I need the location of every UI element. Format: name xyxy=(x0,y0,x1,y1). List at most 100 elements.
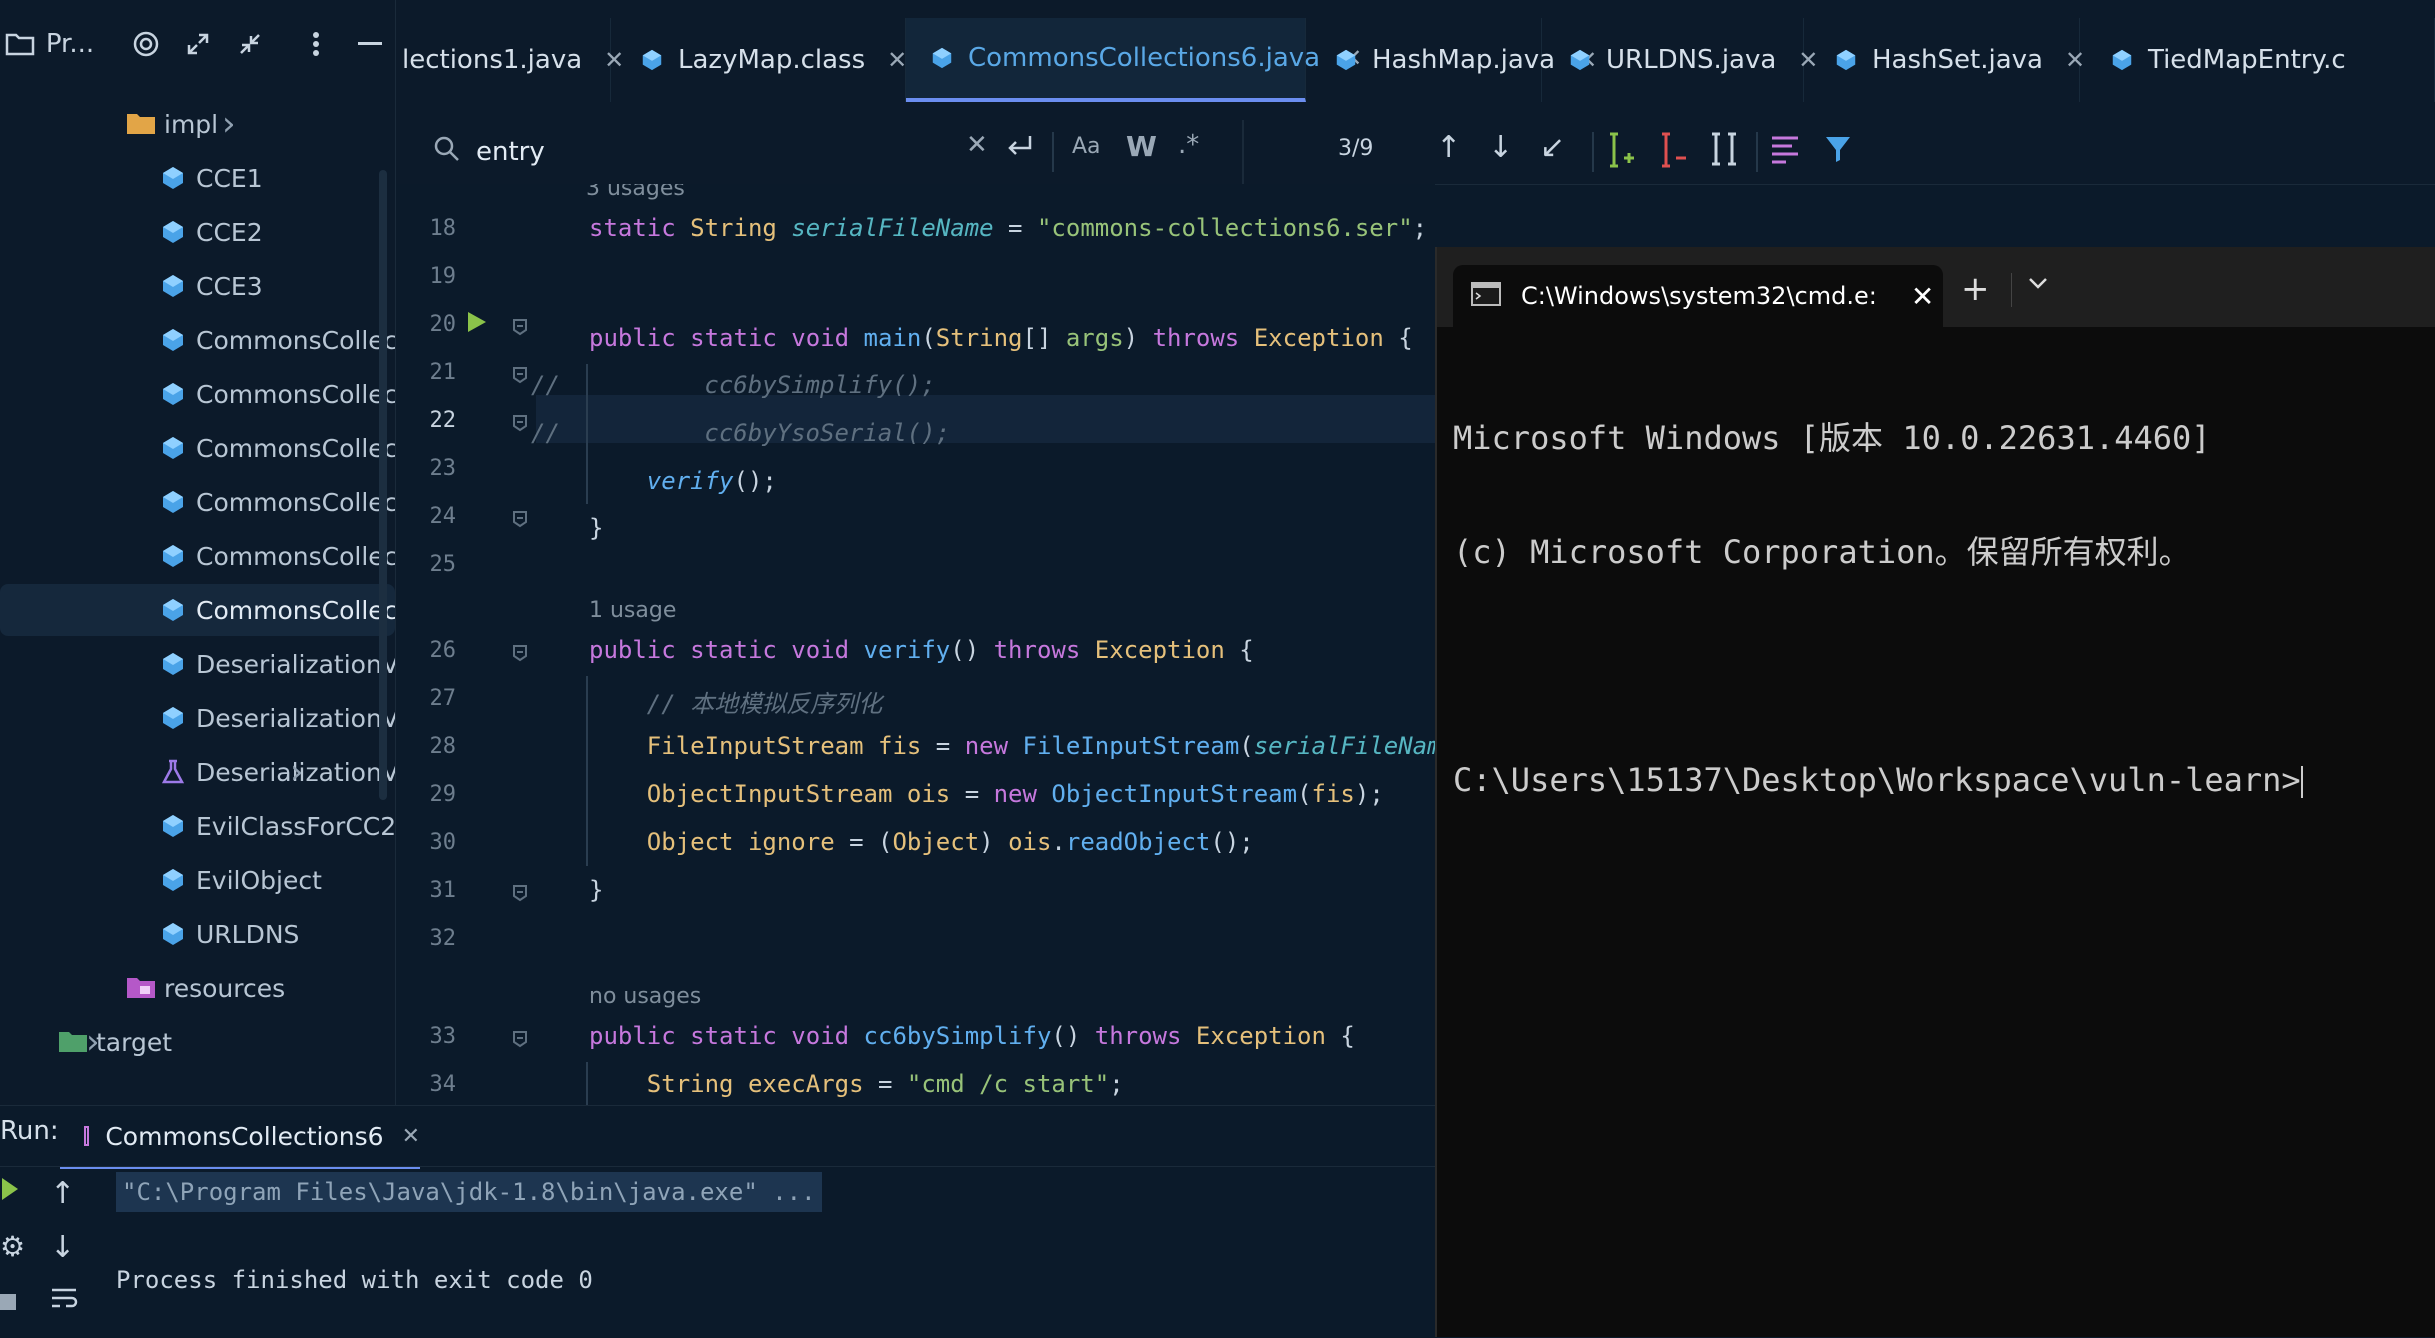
locate-icon[interactable] xyxy=(126,22,166,66)
filter-results-icon[interactable] xyxy=(1770,134,1800,172)
regex-toggle[interactable]: .* xyxy=(1178,130,1199,160)
run-gutter-icon[interactable] xyxy=(466,310,488,338)
run-command[interactable]: "C:\Program Files\Java\jdk-1.8\bin\java.… xyxy=(116,1172,822,1212)
tree-item-label: DeserializationVu xyxy=(196,703,396,733)
editor-tab[interactable]: LazyMap.class ✕ xyxy=(616,18,907,102)
tree-item[interactable]: CCE1 xyxy=(160,152,395,204)
tree-item[interactable]: CCE2 xyxy=(160,206,395,258)
fold-marker-icon[interactable] xyxy=(512,510,528,532)
search-input[interactable]: entry xyxy=(476,130,1006,174)
new-line-icon[interactable] xyxy=(1004,132,1034,166)
chevron-right-icon[interactable]: › xyxy=(222,104,236,144)
class-icon xyxy=(160,543,186,569)
tree-item[interactable]: CCE3 xyxy=(160,260,395,312)
soft-wrap-icon[interactable] xyxy=(50,1286,78,1316)
resources-icon xyxy=(126,975,158,1001)
rerun-icon[interactable] xyxy=(0,1176,20,1206)
tree-item[interactable]: resources xyxy=(126,962,395,1014)
next-match-icon[interactable]: ↓ xyxy=(1488,130,1513,165)
tree-item[interactable]: CommonsCollect xyxy=(160,314,395,366)
previous-match-icon[interactable]: ↑ xyxy=(1436,130,1461,165)
tree-item-label: CommonsCollect xyxy=(196,595,396,625)
close-run-tab-icon[interactable]: ✕ xyxy=(402,1124,420,1149)
divider xyxy=(1242,120,1244,184)
tree-item[interactable]: › DeserializationVu xyxy=(160,746,395,798)
usage-hint[interactable]: 1 usage xyxy=(589,598,676,623)
chevron-right-icon[interactable]: › xyxy=(290,752,304,792)
filter-icon[interactable] xyxy=(1824,134,1852,168)
editor-tab[interactable]: CommonsCollections6.java✕ xyxy=(906,18,1362,102)
editor-tab[interactable]: URLDNS.java ✕ xyxy=(1544,18,1818,102)
code-line-30: Object ignore = (Object) ois.readObject(… xyxy=(646,828,1254,856)
cmd-output[interactable]: Microsoft Windows [版本 10.0.22631.4460] (… xyxy=(1453,343,2303,875)
open-in-window-icon[interactable]: ↙ xyxy=(1540,130,1565,165)
tab-label: LazyMap.class xyxy=(678,45,866,75)
hide-panel-icon[interactable] xyxy=(350,22,390,66)
class-icon xyxy=(160,381,186,407)
tree-item[interactable]: › impl xyxy=(126,98,395,150)
code-editor[interactable]: 3 usages 18 19 20 21 22 23 24 25 26 27 28 29 30 31 32 3… xyxy=(396,184,1435,1105)
fold-marker-icon[interactable] xyxy=(512,318,528,340)
new-tab-icon[interactable]: + xyxy=(1961,269,1990,309)
select-all-occurrences-icon[interactable] xyxy=(1710,130,1740,174)
chevron-right-icon[interactable]: › xyxy=(86,1022,100,1062)
cmd-icon xyxy=(1471,282,1501,310)
tree-item[interactable]: EvilClassForCC2 xyxy=(160,800,395,852)
divider xyxy=(1592,132,1594,172)
cmd-tab[interactable]: C:\Windows\system32\cmd.e: ✕ xyxy=(1453,265,1943,327)
scroll-up-icon[interactable]: ↑ xyxy=(50,1176,75,1211)
tree-item-label: resources xyxy=(164,973,286,1003)
collapse-all-icon[interactable] xyxy=(230,22,270,66)
tree-item[interactable]: CommonsCollect xyxy=(0,584,395,636)
fold-marker-icon[interactable] xyxy=(512,1030,528,1052)
scroll-down-icon[interactable]: ↓ xyxy=(50,1230,75,1265)
cmd-window[interactable]: C:\Windows\system32\cmd.e: ✕ + Microsoft… xyxy=(1435,247,2435,1337)
project-title[interactable]: Pr... xyxy=(40,22,100,66)
tree-item[interactable]: CommonsCollect xyxy=(160,530,395,582)
project-panel: Pr... › impl CCE1 CCE2 CCE3 CommonsCollect Com… xyxy=(0,0,396,1105)
usages-hint[interactable]: 3 usages xyxy=(586,184,685,201)
fold-marker-icon[interactable] xyxy=(512,414,528,436)
clear-search-icon[interactable]: ✕ xyxy=(966,130,988,160)
no-usages-hint[interactable]: no usages xyxy=(589,984,701,1009)
editor-tab[interactable]: TiedMapEntry.c xyxy=(2086,18,2435,102)
close-tab-icon[interactable]: ✕ xyxy=(887,46,907,74)
close-tab-icon[interactable]: ✕ xyxy=(1911,280,1934,313)
tree-item[interactable]: CommonsCollect xyxy=(160,422,395,474)
line-number: 20 xyxy=(429,312,457,337)
tree-item-label: CommonsCollect xyxy=(196,433,396,463)
run-config-tab[interactable]: CommonsCollections6 ✕ xyxy=(60,1106,420,1169)
editor-tab[interactable]: HashSet.java ✕ xyxy=(1810,18,2085,102)
editor-tab[interactable]: HashMap.java✕ xyxy=(1310,18,1597,102)
divider xyxy=(1756,132,1758,172)
tree-item[interactable]: › target xyxy=(58,1016,395,1068)
code-line-20: public static void main(String[] args) t… xyxy=(589,324,1413,352)
fold-marker-icon[interactable] xyxy=(512,366,528,388)
tab-label: lections1.java xyxy=(402,45,583,75)
remove-selection-icon[interactable] xyxy=(1658,130,1688,174)
chevron-down-icon[interactable] xyxy=(2027,275,2049,294)
divider xyxy=(2011,273,2012,307)
editor-tab[interactable]: lections1.java ✕ xyxy=(396,18,624,102)
tree-item[interactable]: EvilObject xyxy=(160,854,395,906)
fold-marker-icon[interactable] xyxy=(512,644,528,666)
cmd-tab-title: C:\Windows\system32\cmd.e: xyxy=(1521,282,1877,310)
stop-icon[interactable] xyxy=(0,1294,16,1310)
more-options-icon[interactable] xyxy=(296,22,336,66)
tree-item[interactable]: CommonsCollect xyxy=(160,368,395,420)
tree-item[interactable]: CommonsCollect xyxy=(160,476,395,528)
match-case-toggle[interactable]: Aa xyxy=(1072,134,1101,159)
line-number: 28 xyxy=(429,734,457,759)
whole-words-toggle[interactable]: W xyxy=(1126,130,1157,163)
fold-marker-icon[interactable] xyxy=(512,884,528,906)
tree-item-label: EvilClassForCC2 xyxy=(196,811,396,841)
tree-item[interactable]: DeserializationVu xyxy=(160,638,395,690)
settings-icon[interactable]: ⚙ xyxy=(0,1230,25,1263)
tree-item[interactable]: URLDNS xyxy=(160,908,395,960)
close-tab-icon[interactable]: ✕ xyxy=(2065,46,2085,74)
tree-item[interactable]: DeserializationVu xyxy=(160,692,395,744)
tree-item-label: CCE2 xyxy=(196,217,263,247)
expand-all-icon[interactable] xyxy=(178,22,218,66)
add-selection-icon[interactable] xyxy=(1606,130,1636,174)
project-scrollbar[interactable] xyxy=(379,170,387,800)
